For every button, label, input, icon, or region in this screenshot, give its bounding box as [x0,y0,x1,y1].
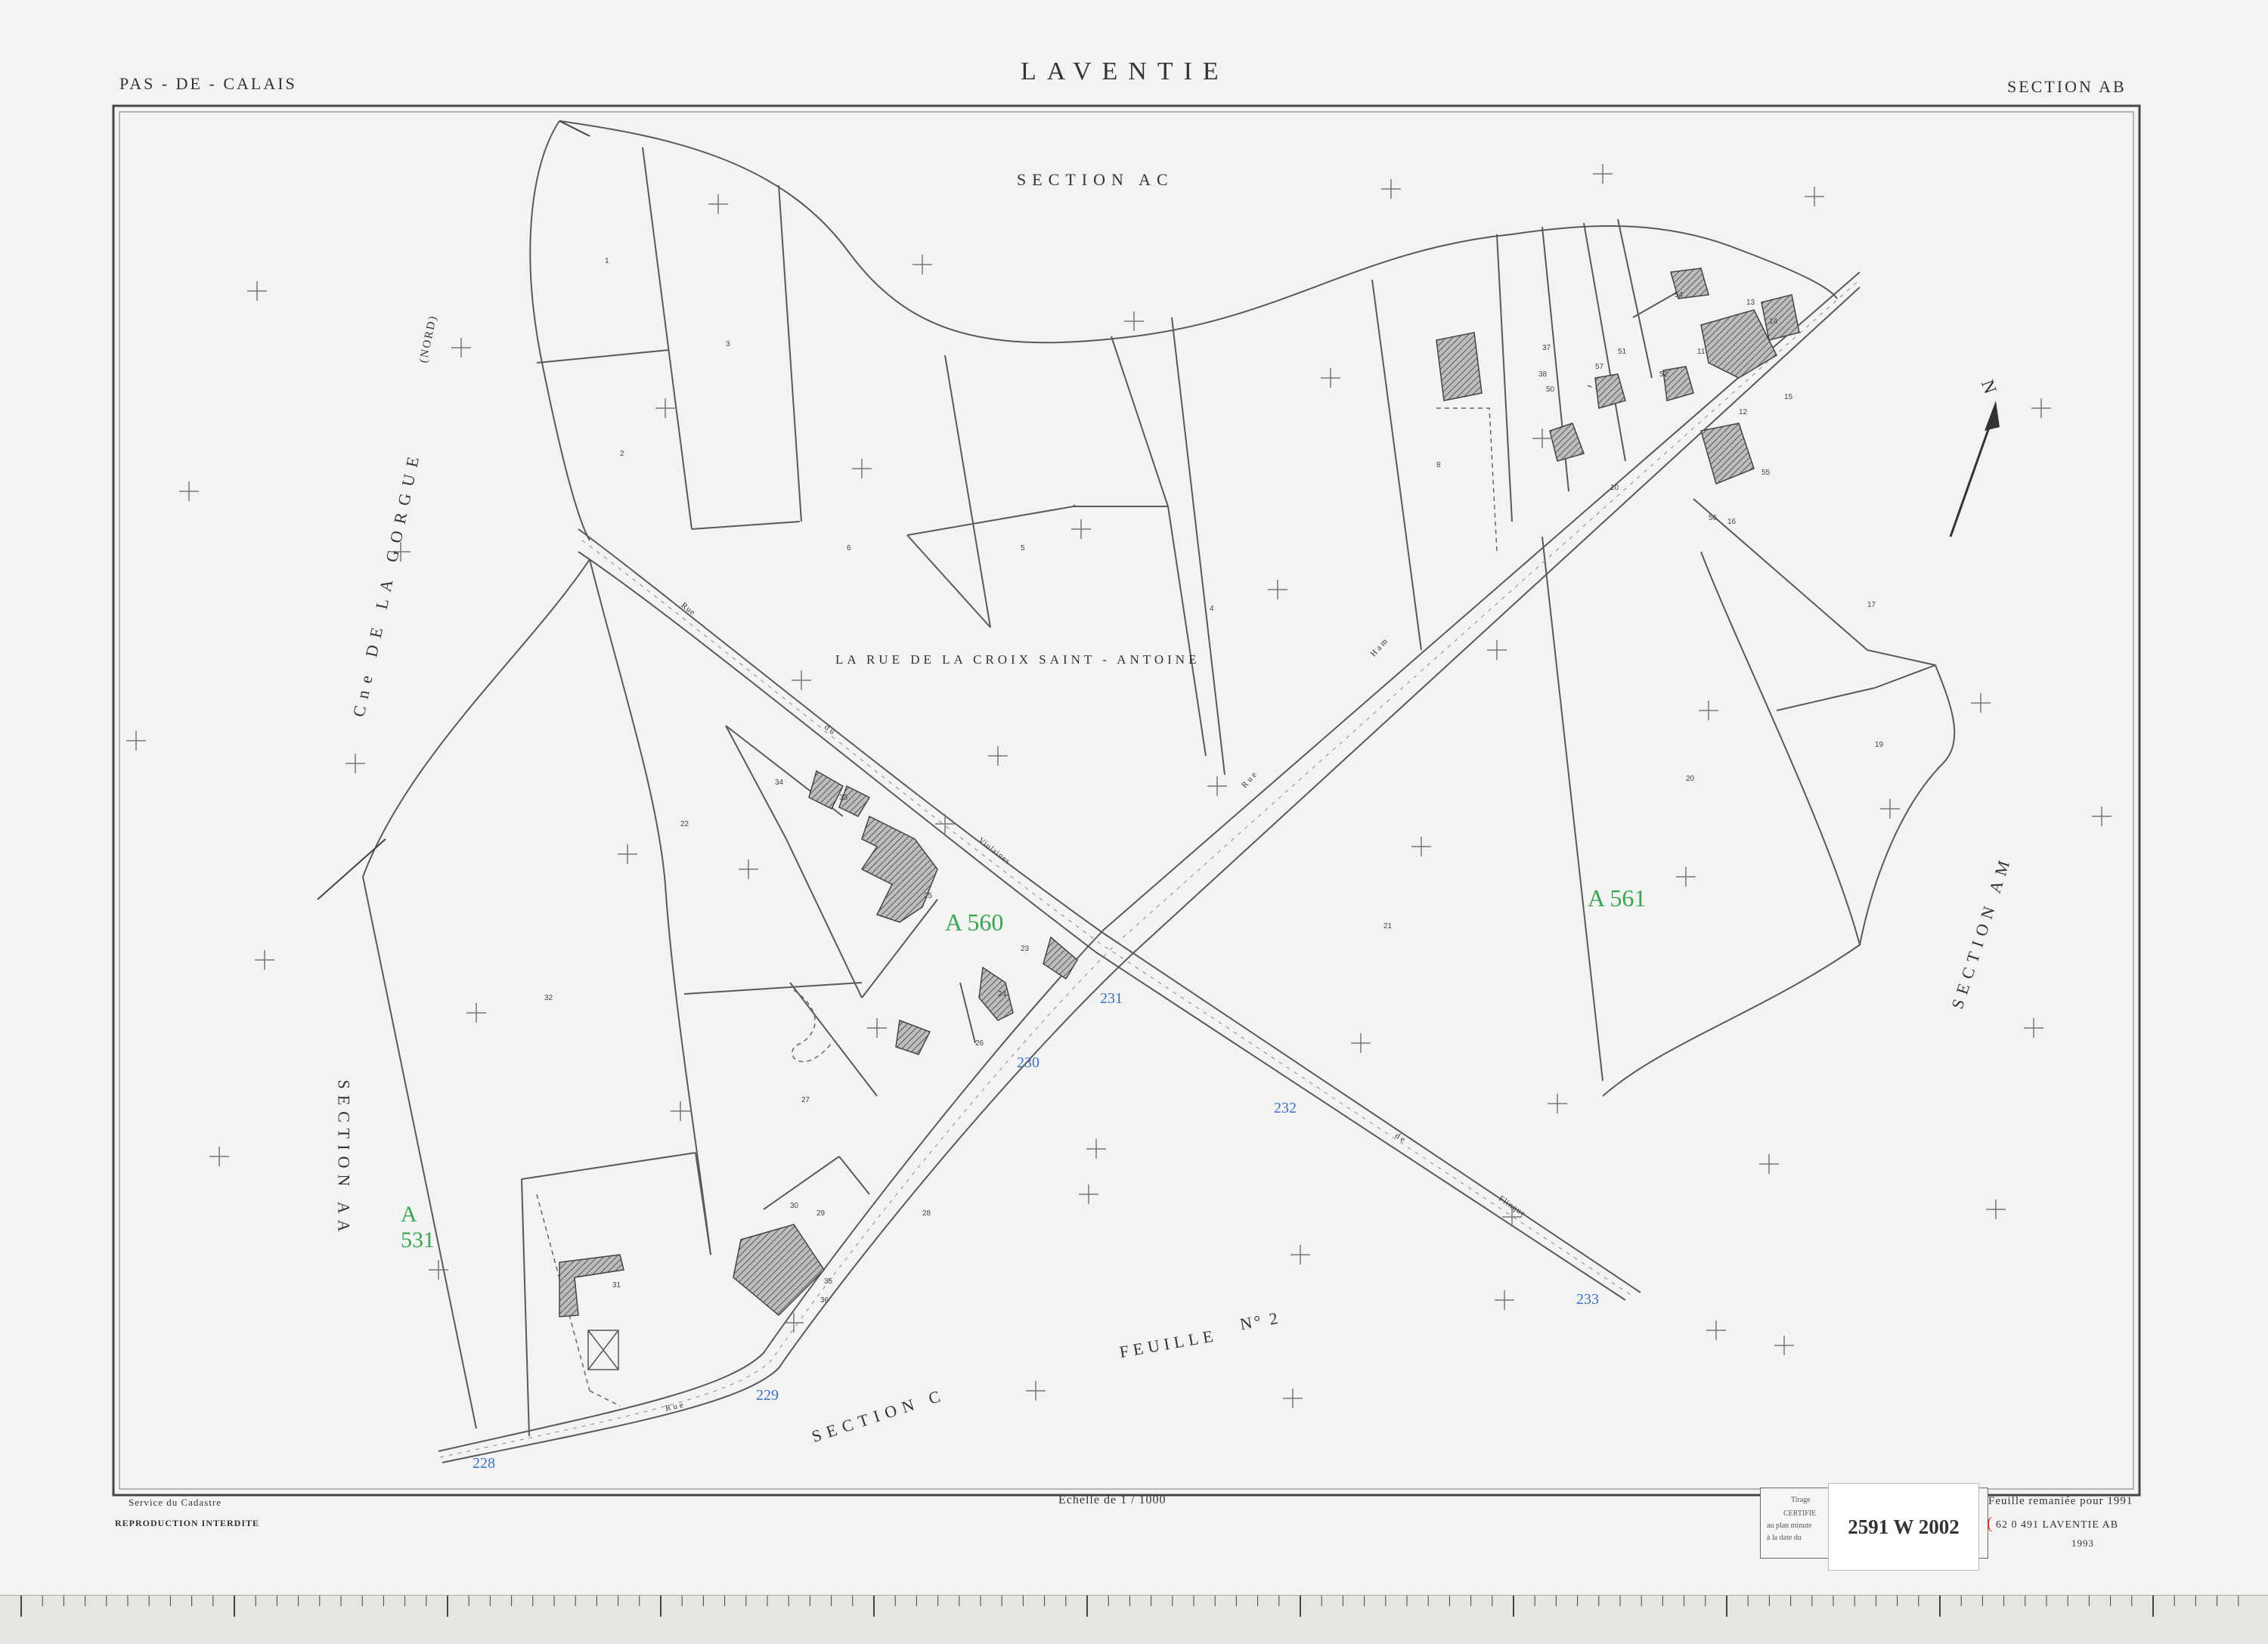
parcel-number: 10 [1610,484,1619,492]
parcel-number: 20 [1686,775,1695,783]
parcel-number: 50 [1546,385,1555,394]
parcel-number: 55 [1761,469,1771,477]
building [1700,423,1755,485]
lieu-dit-label: LA RUE DE LA CROIX SAINT - ANTOINE [835,652,1201,667]
parcel-number: 22 [680,820,689,828]
building [1594,373,1626,409]
cadastral-map [112,104,2141,1497]
parcel-number: 56 [1709,514,1718,522]
building [860,815,938,923]
parcel-number: 21 [1383,922,1393,930]
parcel-number: 51 [1618,348,1627,356]
green-annotation: A 531 [401,1202,435,1252]
blue-annotation: 233 [1576,1291,1599,1308]
parcel-number: 37 [1542,344,1551,352]
parcel-number: 26 [975,1039,984,1048]
blue-annotation: 232 [1274,1100,1297,1116]
blue-annotation: 228 [472,1455,495,1472]
building [808,769,844,810]
parcel-number: 23 [1021,945,1030,953]
map-frame-outer [112,104,2141,1497]
stamp-date: à la date du [1767,1534,1802,1542]
blue-annotation: 230 [1017,1054,1040,1071]
parcel-number: 19 [1875,741,1884,749]
building [1436,332,1483,401]
section-aa-label: SECTION AA [334,1079,354,1238]
parcel-number: 15 [1784,393,1793,401]
parcel-number: 29 [816,1209,826,1218]
measuring-ruler [0,1595,2268,1644]
parcel-number: 31 [612,1281,621,1290]
parcel-number: 27 [801,1096,810,1104]
parcel-number: 6 [847,544,851,553]
parcel-number: 38 [1538,370,1548,379]
blue-annotation: 231 [1100,990,1123,1007]
north-arrow-icon [1949,401,2000,537]
parcel-number: 4 [1210,605,1214,613]
parcel-number: 28 [922,1209,931,1218]
year-label: 1993 [2071,1537,2094,1549]
parcel-number: 12 [1739,408,1748,416]
service-label: Service du Cadastre [129,1497,222,1508]
scale-label: Echelle de 1 / 1000 [1058,1494,1167,1506]
parcel-boundaries [361,120,1956,1437]
parcel-number: 33 [839,794,848,802]
department-label: PAS - DE - CALAIS [119,74,297,93]
parcel-number: 30 [790,1202,799,1210]
parcel-number: 52 [1659,370,1668,379]
feuille-remaniee-label: Feuille remaniée pour 1991 [1988,1495,2133,1507]
parcel-number: 2 [620,450,624,458]
red-mark-icon: ( [1987,1513,1994,1532]
parcel-number: 35 [824,1277,833,1286]
parcel-number: 57 [1595,363,1604,371]
archive-label: 2591 W 2002 [1828,1483,1979,1571]
parcel-number: 17 [1867,601,1876,609]
parcel-number: 1 [605,257,609,265]
building [978,966,1014,1021]
parcel-number: 16 [1727,518,1737,526]
section-ac-label: SECTION AC [1017,170,1174,189]
building [1761,294,1800,341]
reproduction-label: REPRODUCTION INTERDITE [115,1518,260,1528]
parcel-number: 24 [998,990,1007,998]
parcel-number: 13 [1746,299,1755,307]
building [1043,936,1078,980]
map-frame-inner [119,111,2134,1490]
parcel-number: 32 [544,994,553,1002]
commune-title: LAVENTIE [1021,57,1229,85]
parcel-number: 54 [1675,291,1684,299]
building [733,1224,825,1317]
green-annotation: A 561 [1588,884,1647,912]
parcel-number: 8 [1436,461,1441,469]
stamp-certifie: CERTIFIE [1783,1509,1817,1518]
parcel-number: 11 [1697,348,1706,356]
building [895,1019,931,1055]
parcel-number: 5 [1021,544,1025,553]
parcel-number: 14 [1769,317,1778,326]
reference-label: 62 0 491 LAVENTIE AB [1996,1519,2119,1531]
parcel-number: 25 [924,892,933,900]
section-label: SECTION AB [2007,77,2127,96]
tank-symbol [587,1330,619,1370]
stamp-tirage: Tirage [1791,1496,1811,1504]
parcel-number: 34 [775,779,784,787]
buildings [559,268,1800,1317]
parcel-number: 36 [820,1296,829,1305]
blue-annotation: 229 [756,1387,779,1404]
parcel-number: 3 [726,340,730,348]
stamp-minute: au plan minute [1767,1522,1812,1530]
fence-line [317,120,590,900]
green-annotation: A 560 [945,909,1004,936]
building [1549,423,1585,462]
